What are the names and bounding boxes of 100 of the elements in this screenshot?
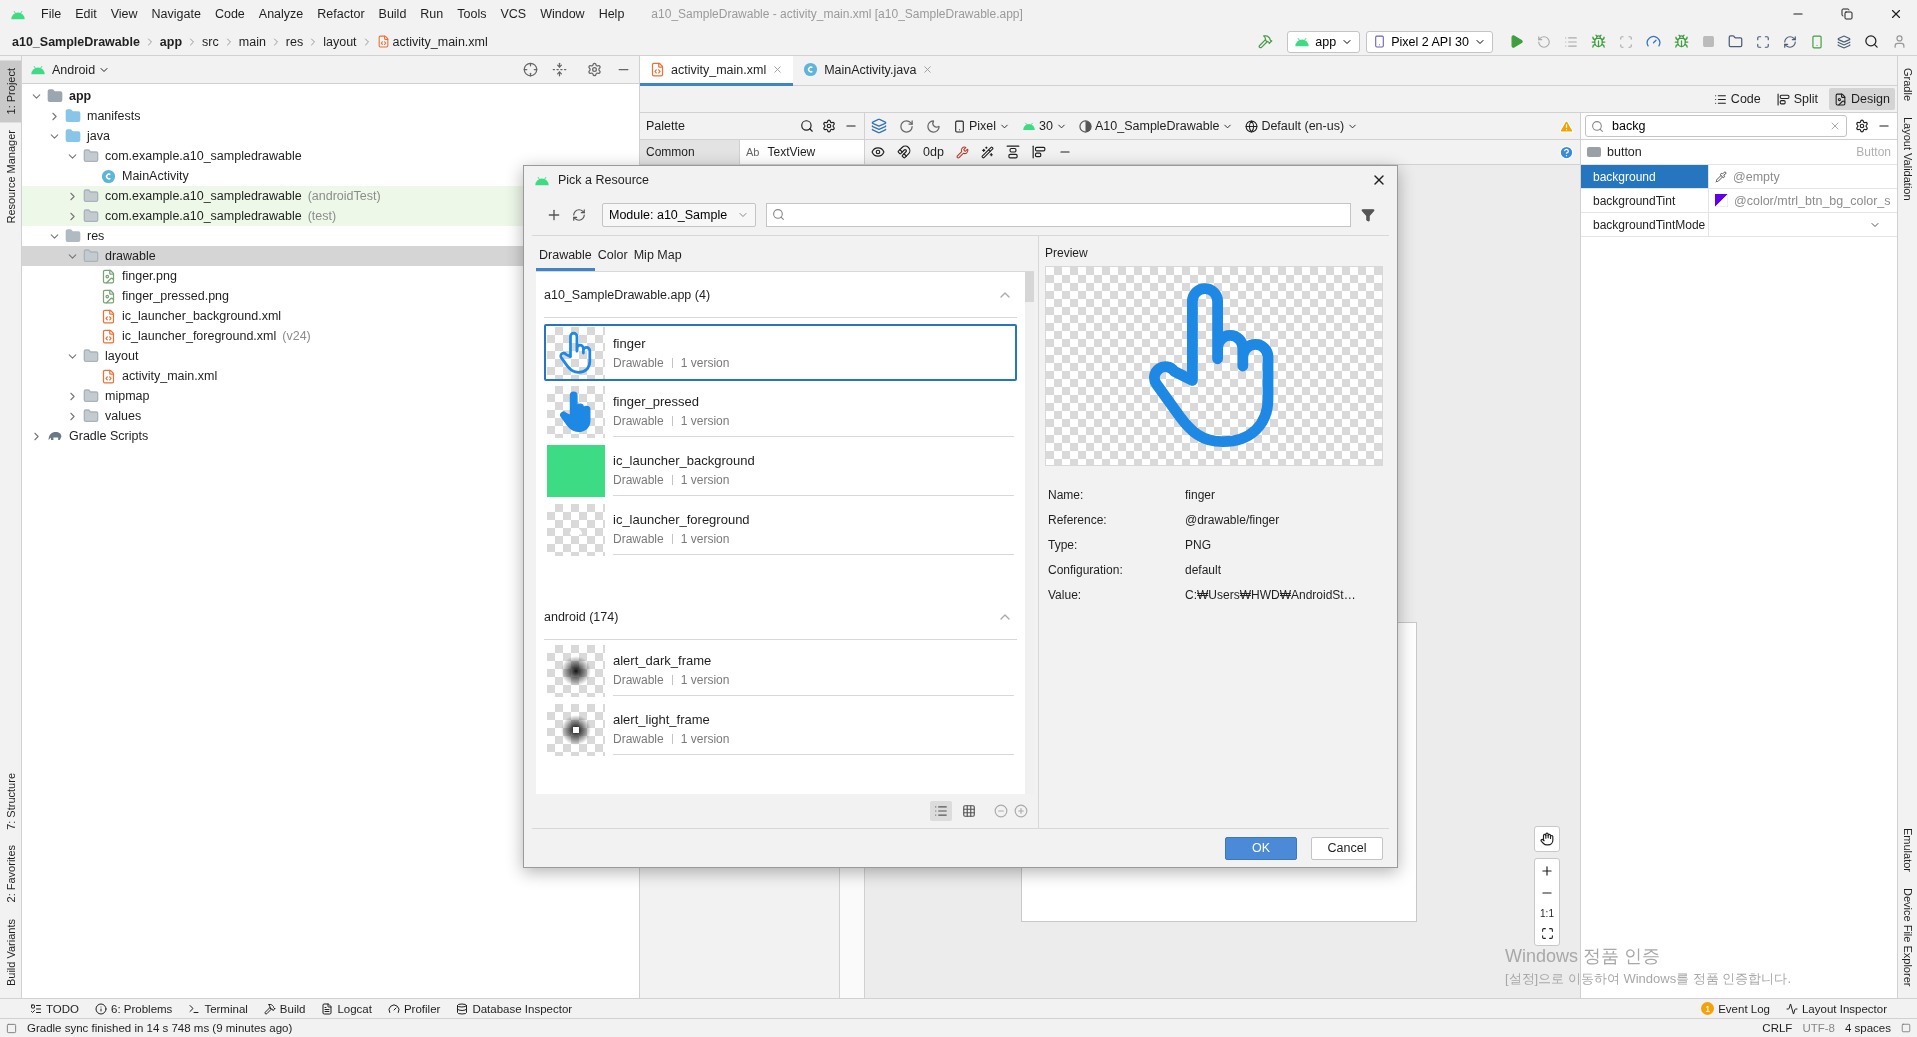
tool-window-button[interactable]: Database Inspector: [456, 1002, 573, 1015]
tree-label: ic_launcher_background.xml: [122, 309, 282, 323]
tool-window-button[interactable]: 1 Event Log: [1701, 1002, 1770, 1015]
tool-window-button[interactable]: Profiler: [387, 1002, 441, 1015]
breadcrumb[interactable]: res: [285, 34, 304, 49]
detail-value: finger: [1185, 488, 1217, 502]
tool-window-tab[interactable]: Gradle: [1898, 60, 1917, 110]
resource-versions: 1 version: [680, 732, 730, 746]
resource-name: alert_dark_frame: [613, 653, 713, 668]
view-mode-button[interactable]: Design: [1829, 88, 1895, 110]
locale-selector[interactable]: Default (en-us): [1245, 119, 1359, 133]
resource-type: Drawable: [613, 732, 664, 746]
status-item[interactable]: CRLF: [1762, 1022, 1793, 1034]
resource-item[interactable]: ic_launcher_foreground Drawable 1 version: [544, 501, 1017, 558]
breadcrumb[interactable]: activity_main.xml: [376, 34, 488, 49]
palette-category[interactable]: Common: [640, 140, 740, 164]
zoom-reset-button[interactable]: 1:1: [1540, 908, 1554, 919]
resource-item[interactable]: alert_dark_frame Drawable 1 version: [544, 642, 1017, 699]
resource-versions: 1 version: [680, 532, 730, 546]
menu-item[interactable]: Window: [533, 7, 592, 21]
tool-window-button[interactable]: 6: Problems: [95, 1002, 173, 1015]
resource-name: ic_launcher_foreground: [613, 512, 751, 527]
menu-item[interactable]: View: [103, 7, 145, 21]
palette-item[interactable]: Ab TextView: [740, 140, 865, 164]
menu-item[interactable]: Refactor: [310, 7, 372, 21]
menu-item[interactable]: Build: [371, 7, 414, 21]
device-selector[interactable]: Pixel: [953, 119, 1011, 133]
resource-item[interactable]: alert_light_frame Drawable 1 version: [544, 701, 1017, 758]
module-dropdown[interactable]: Module: a10_Sample: [602, 202, 757, 227]
activation-title: Windows 정품 인증: [1505, 945, 1662, 968]
tool-window-button[interactable]: Layout Inspector: [1785, 1002, 1887, 1015]
attribute-value[interactable]: @empty: [1733, 169, 1780, 184]
resource-item[interactable]: finger Drawable 1 version: [544, 324, 1017, 381]
menu-item[interactable]: File: [34, 7, 69, 21]
detail-label: Type:: [1048, 538, 1079, 552]
tree-item[interactable]: res: [22, 226, 639, 246]
detail-label: Name:: [1048, 488, 1085, 502]
api-selector[interactable]: 30: [1022, 119, 1067, 133]
resource-item[interactable]: ic_launcher_background Drawable 1 version: [544, 442, 1017, 499]
tree-item[interactable]: manifests: [22, 106, 639, 126]
tree-qualifier: (androidTest): [307, 189, 381, 203]
tool-window-tab[interactable]: 1: Project: [0, 60, 21, 123]
tool-window-tab[interactable]: Device File Explorer: [1898, 879, 1917, 994]
breadcrumb[interactable]: layout: [323, 34, 357, 49]
breadcrumb[interactable]: a10_SampleDrawable: [12, 34, 140, 49]
preview-title: Preview: [1045, 246, 1089, 260]
detail-value: @drawable/finger: [1185, 513, 1281, 527]
tree-label: mipmap: [105, 389, 150, 403]
activation-text: [설정]으로 이동하여 Windows를 정품 인증합니다.: [1505, 970, 1792, 988]
attribute-value[interactable]: @color/mtrl_btn_bg_color_s: [1734, 193, 1891, 208]
tool-window-button[interactable]: Build: [263, 1002, 306, 1015]
tool-window-tab[interactable]: Resource Manager: [0, 122, 21, 233]
tree-label: finger_pressed.png: [122, 289, 230, 303]
status-message: Gradle sync finished in 14 s 748 ms (9 minutes ago): [27, 1022, 293, 1034]
attribute-name[interactable]: background: [1581, 165, 1709, 188]
menu-item[interactable]: Navigate: [144, 7, 208, 21]
cancel-button[interactable]: Cancel: [1311, 836, 1383, 860]
tool-window-tab[interactable]: Build Variants: [0, 910, 21, 994]
view-selector[interactable]: Android: [52, 62, 111, 77]
menu-item[interactable]: Analyze: [251, 7, 311, 21]
ok-button[interactable]: OK: [1225, 836, 1297, 860]
resource-versions: 1 version: [680, 355, 730, 370]
menu-item[interactable]: Run: [413, 7, 451, 21]
view-mode-button[interactable]: Split: [1771, 88, 1824, 110]
tool-window-tab[interactable]: 7: Structure: [0, 764, 21, 838]
menu-item[interactable]: Tools: [450, 7, 494, 21]
detail-value: default: [1185, 563, 1223, 577]
menu-item[interactable]: Edit: [68, 7, 104, 21]
panel-title: Palette: [646, 119, 685, 133]
tree-item[interactable]: com.example.a10_sampledrawable: [22, 146, 639, 166]
tool-window-button[interactable]: Terminal: [188, 1002, 248, 1015]
tree-item[interactable]: java: [22, 126, 639, 146]
breadcrumb[interactable]: app: [159, 34, 183, 49]
view-mode-button[interactable]: Code: [1708, 88, 1766, 110]
editor-tab[interactable]: MainActivity.java: [793, 56, 944, 86]
tree-item[interactable]: ic_launcher_background.xml: [22, 306, 639, 326]
tool-window-tab[interactable]: Layout Validation: [1898, 109, 1917, 209]
resource-item[interactable]: finger_pressed Drawable 1 version: [544, 383, 1017, 440]
tool-window-tab[interactable]: 2: Favorites: [0, 837, 21, 911]
run-configuration-dropdown[interactable]: app: [1287, 30, 1361, 53]
tree-label: com.example.a10_sampledrawable: [105, 189, 302, 203]
notification-badge: 1: [1701, 1002, 1715, 1015]
menu-item[interactable]: Code: [207, 7, 252, 21]
tree-label: layout: [105, 349, 139, 363]
menu-item[interactable]: Help: [591, 7, 632, 21]
tool-window-tab[interactable]: Emulator: [1898, 819, 1917, 880]
tree-item[interactable]: app: [22, 86, 639, 106]
attribute-search-field[interactable]: backg: [1585, 115, 1847, 137]
breadcrumb[interactable]: src: [202, 34, 219, 49]
menu-item[interactable]: VCS: [493, 7, 534, 21]
status-item[interactable]: 4 spaces: [1844, 1022, 1891, 1034]
tool-window-button[interactable]: TODO: [30, 1002, 79, 1015]
tool-window-button[interactable]: Logcat: [321, 1002, 372, 1015]
breadcrumb[interactable]: main: [238, 34, 266, 49]
theme-selector[interactable]: A10_SampleDrawable: [1079, 119, 1234, 133]
editor-tab[interactable]: activity_main.xml: [640, 56, 794, 86]
tree-qualifier: (test): [307, 209, 337, 223]
margin-selector[interactable]: 0dp: [923, 145, 944, 159]
tree-label: finger.png: [122, 269, 177, 283]
device-dropdown[interactable]: Pixel 2 API 30: [1366, 30, 1493, 53]
